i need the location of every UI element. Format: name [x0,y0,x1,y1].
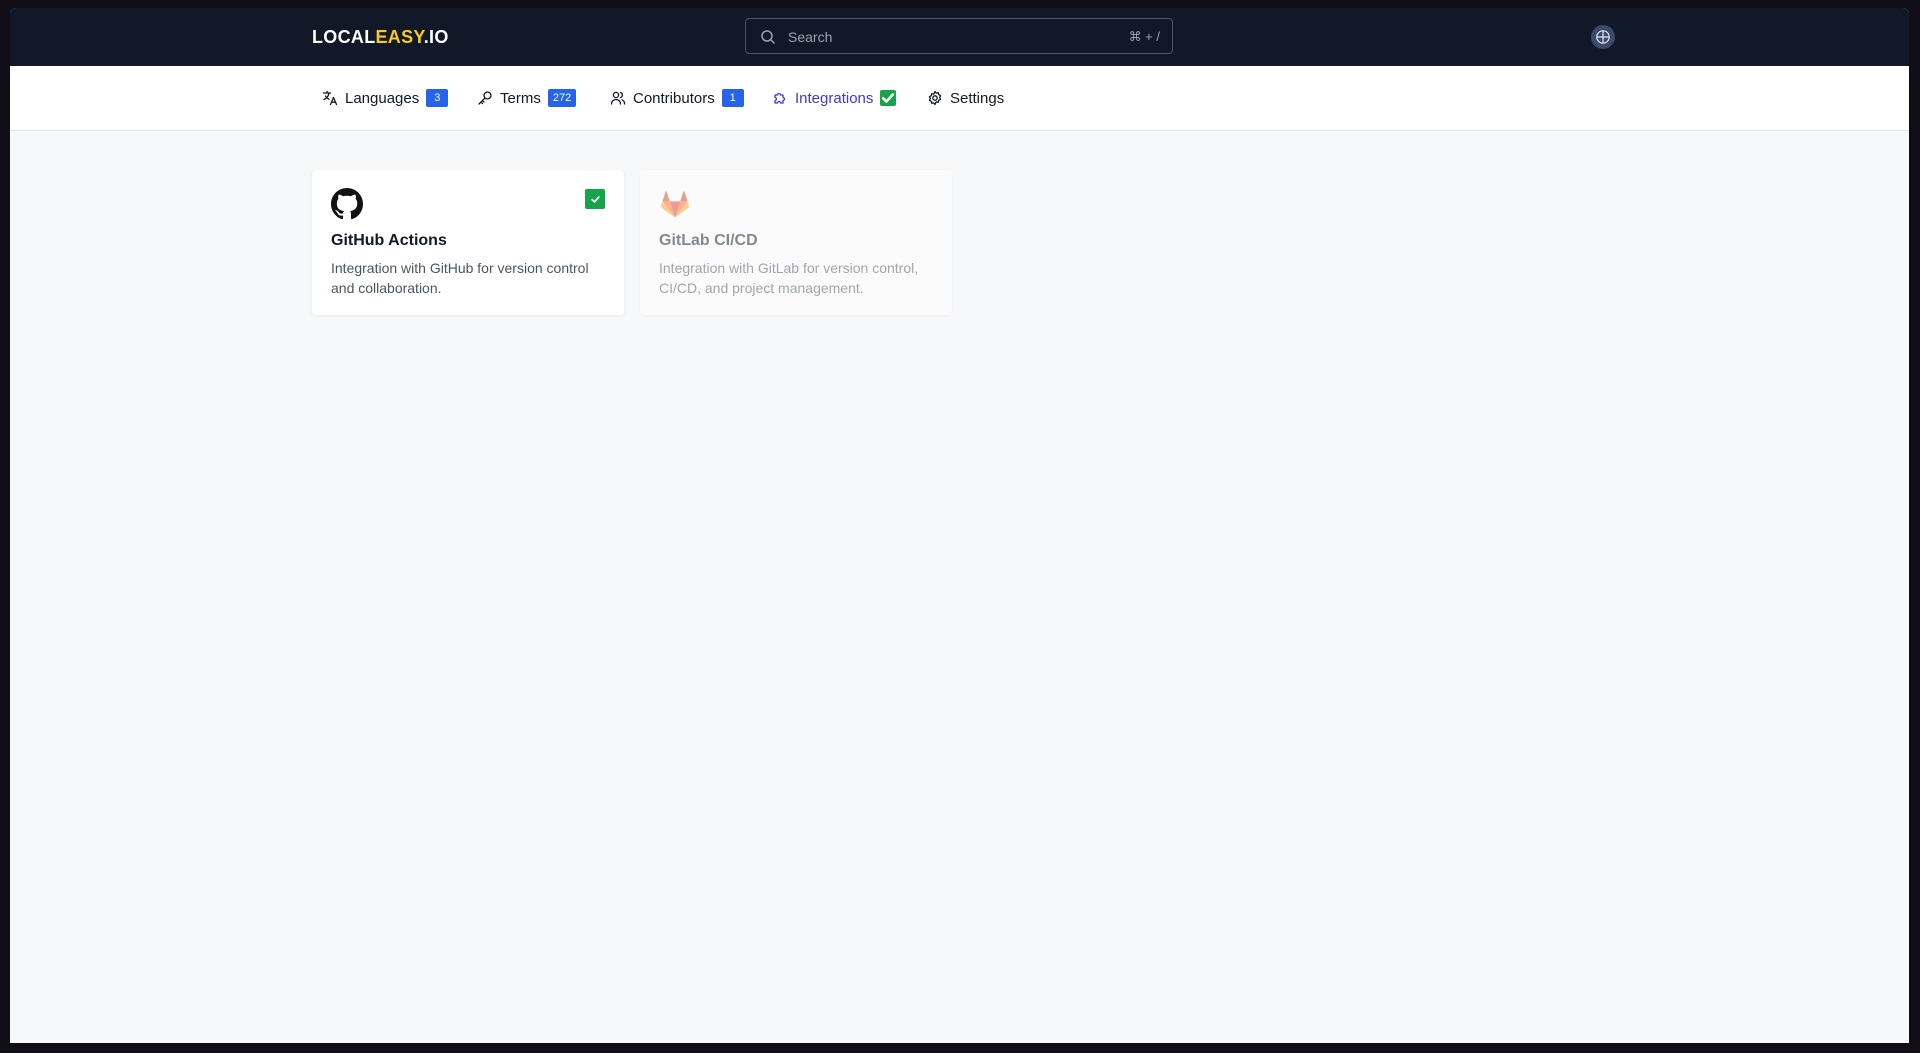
tab-contributors[interactable]: Contributors 1 [610,66,744,130]
tab-label: Settings [950,89,1005,107]
translate-icon [322,90,338,106]
tab-settings[interactable]: Settings [927,66,1004,130]
users-icon [610,91,626,105]
project-tabs: Languages 3 Terms 272 Contributors 1 Int… [10,66,1909,131]
brand-part-2: EASY [375,27,424,47]
integration-title: GitHub Actions [331,232,447,249]
tab-label: Integrations [795,89,874,107]
search-input[interactable] [786,19,1090,55]
count-badge: 272 [547,89,577,107]
brand-logo[interactable]: LOCALEASY.IO [312,27,449,48]
tab-integrations[interactable]: Integrations [772,66,897,130]
brand-part-1: LOCAL [312,27,376,47]
integration-description: Integration with GitHub for version cont… [331,260,589,296]
tab-label: Terms [500,89,541,107]
tab-label: Contributors [633,89,715,107]
app-window: LOCALEASY.IO ⌘ + / Languages 3 [10,8,1909,1043]
enabled-badge [585,189,605,209]
brand-part-3: .IO [423,27,449,47]
tab-languages[interactable]: Languages 3 [322,66,449,130]
search-icon [761,30,776,45]
check-icon [590,195,600,203]
key-icon [478,91,492,105]
search-shortcut: ⌘ + / [1128,29,1160,44]
puzzle-icon [774,92,786,104]
search-box[interactable]: ⌘ + / [745,18,1173,55]
integration-card-github[interactable]: GitHub Actions Integration with GitHub f… [312,170,624,315]
integration-description: Integration with GitLab for version cont… [659,260,919,296]
gitlab-icon [660,191,690,218]
tab-terms[interactable]: Terms 272 [477,66,577,130]
integration-card-gitlab[interactable]: GitLab CI/CD Integration with GitLab for… [640,170,952,315]
globe-icon[interactable] [1591,25,1615,49]
count-badge: 3 [426,89,449,107]
check-icon [882,93,895,103]
check-badge [880,90,897,106]
tab-label: Languages [345,89,420,107]
integration-title: GitLab CI/CD [659,232,758,249]
count-badge: 1 [721,89,744,107]
top-bar: LOCALEASY.IO ⌘ + / [10,8,1909,66]
github-icon [331,188,363,220]
gear-icon [928,90,942,106]
